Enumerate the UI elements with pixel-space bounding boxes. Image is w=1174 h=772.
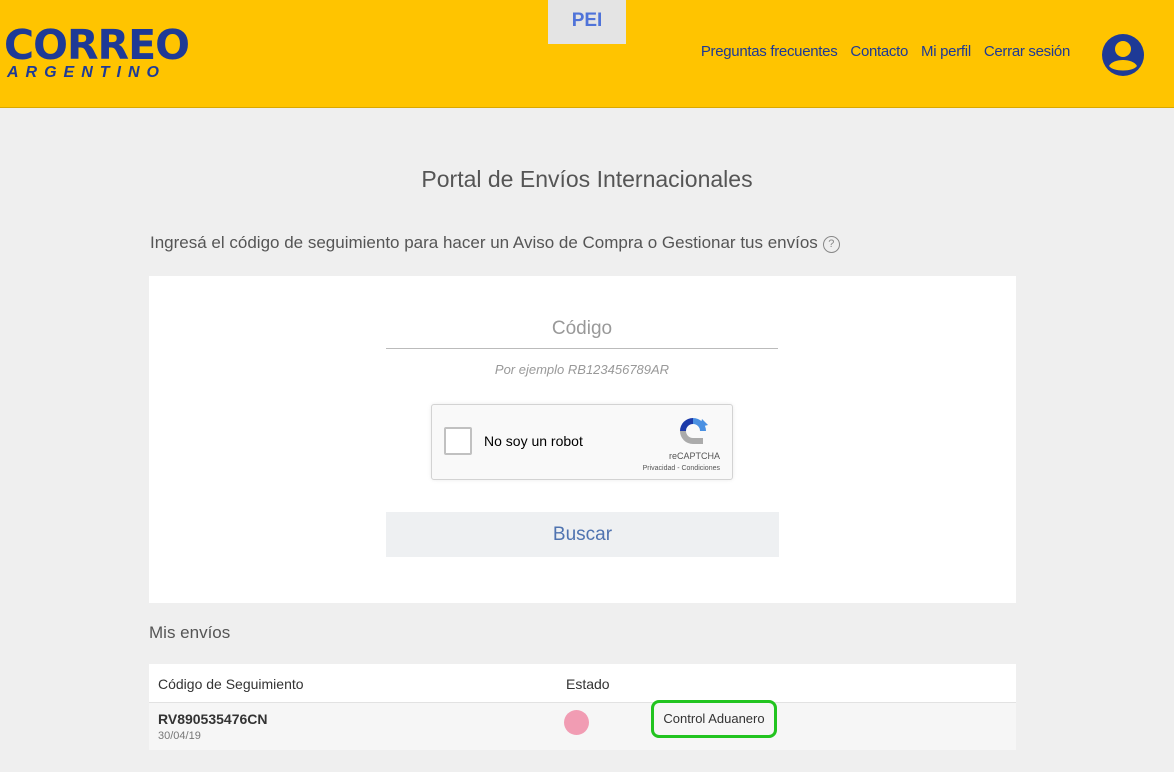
shipments-table: Código de Seguimiento Estado RV890535476…: [149, 664, 1016, 750]
nav-logout-link[interactable]: Cerrar sesión: [984, 43, 1070, 60]
recaptcha-checkbox[interactable]: [444, 427, 472, 455]
user-circle-icon[interactable]: [1101, 33, 1145, 77]
nav-faq-link[interactable]: Preguntas frecuentes: [701, 43, 838, 60]
search-card: Por ejemplo RB123456789AR No soy un robo…: [149, 276, 1016, 603]
column-header-status: Estado: [566, 676, 610, 692]
recaptcha-brand: reCAPTCHA: [668, 451, 720, 461]
recaptcha-links[interactable]: Privacidad - Condiciones: [600, 465, 720, 472]
instruction-text: Ingresá el código de seguimiento para ha…: [150, 233, 840, 253]
nav-profile-link[interactable]: Mi perfil: [921, 43, 971, 60]
logo-main-text: CORREO: [4, 21, 190, 69]
correo-argentino-logo[interactable]: CORREO ARGENTINO: [4, 24, 190, 84]
recaptcha-widget: No soy un robot reCAPTCHA Privacidad - C…: [431, 404, 733, 480]
recaptcha-label: No soy un robot: [484, 433, 583, 449]
nav-contact-link[interactable]: Contacto: [850, 43, 908, 60]
status-dot-icon: [564, 710, 589, 735]
search-button[interactable]: Buscar: [386, 512, 779, 557]
tracking-code-input[interactable]: [386, 309, 778, 349]
pei-tab[interactable]: PEI: [548, 0, 626, 44]
top-header: CORREO ARGENTINO PEI Preguntas frecuente…: [0, 0, 1174, 108]
top-nav: Preguntas frecuentes Contacto Mi perfil …: [701, 43, 1070, 60]
logo-sub-text: ARGENTINO: [7, 64, 166, 81]
column-header-tracking: Código de Seguimiento: [158, 676, 304, 692]
tracking-code-value[interactable]: RV890535476CN: [158, 711, 268, 727]
table-row[interactable]: RV890535476CN 30/04/19 Control Aduanero: [149, 700, 1016, 750]
status-badge: Control Aduanero: [651, 700, 777, 738]
recaptcha-logo-icon: [680, 418, 708, 444]
page-title: Portal de Envíos Internacionales: [421, 166, 753, 192]
my-shipments-title: Mis envíos: [149, 623, 231, 642]
tracking-code-hint: Por ejemplo RB123456789AR: [494, 362, 670, 377]
question-circle-icon[interactable]: ?: [822, 236, 840, 253]
instruction-label: Ingresá el código de seguimiento para ha…: [150, 233, 818, 252]
tracking-date: 30/04/19: [158, 730, 201, 742]
